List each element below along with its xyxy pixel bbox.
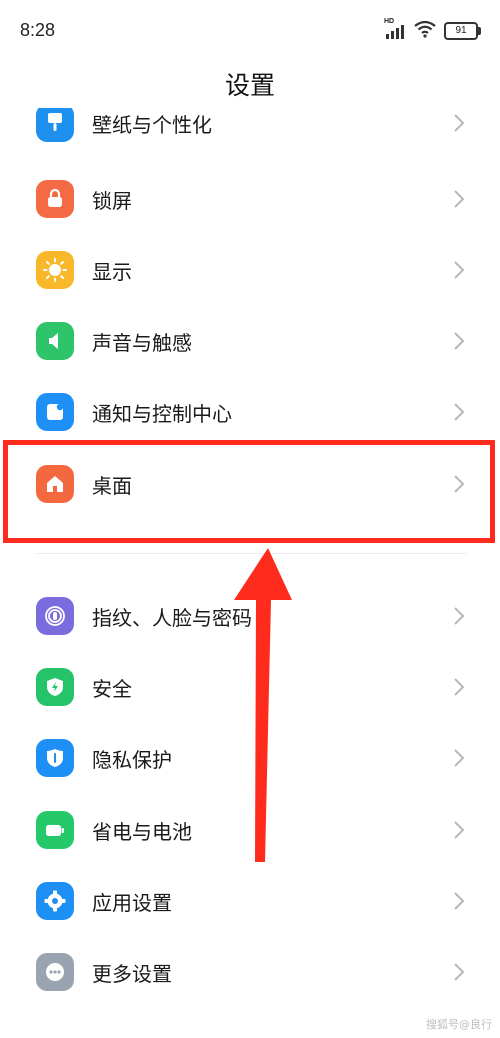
notification-icon bbox=[36, 393, 74, 431]
chevron-right-icon bbox=[454, 892, 465, 910]
battery-indicator: 91 bbox=[444, 22, 481, 40]
chevron-right-icon bbox=[454, 821, 465, 839]
speaker-icon bbox=[36, 322, 74, 360]
settings-item-more[interactable]: 更多设置 bbox=[0, 937, 500, 1009]
chevron-right-icon bbox=[454, 261, 465, 279]
settings-item-lock-screen[interactable]: 锁屏 bbox=[0, 164, 500, 236]
settings-item-notifications[interactable]: 通知与控制中心 bbox=[0, 377, 500, 449]
chevron-right-icon bbox=[454, 114, 465, 132]
wifi-icon bbox=[414, 20, 436, 42]
settings-item-fingerprint[interactable]: 指纹、人脸与密码 bbox=[0, 581, 500, 653]
more-dots-icon bbox=[36, 953, 74, 991]
status-icons: HD 91 bbox=[384, 18, 481, 42]
watermark: 搜狐号@良行 bbox=[426, 1018, 492, 1031]
page-title: 设置 bbox=[224, 71, 275, 100]
settings-item-label: 隐私保护 bbox=[92, 748, 172, 772]
chevron-right-icon bbox=[454, 678, 465, 696]
settings-item-display[interactable]: 显示 bbox=[0, 235, 500, 307]
lock-icon bbox=[36, 180, 74, 218]
chevron-right-icon bbox=[454, 749, 465, 767]
settings-item-label: 通知与控制中心 bbox=[92, 402, 232, 426]
settings-item-privacy[interactable]: 隐私保护 bbox=[0, 723, 500, 795]
settings-item-battery[interactable]: 省电与电池 bbox=[0, 795, 500, 867]
gear-icon bbox=[36, 882, 74, 920]
settings-item-apps[interactable]: 应用设置 bbox=[0, 866, 500, 938]
highlight-box bbox=[3, 440, 495, 543]
settings-item-label: 更多设置 bbox=[92, 962, 172, 986]
status-time: 8:28 bbox=[20, 20, 56, 40]
shield-icon bbox=[36, 668, 74, 706]
settings-item-label: 应用设置 bbox=[92, 891, 172, 915]
section-divider bbox=[36, 553, 466, 554]
chevron-right-icon bbox=[454, 332, 465, 350]
settings-item-label: 指纹、人脸与密码 bbox=[92, 606, 252, 630]
settings-item-security[interactable]: 安全 bbox=[0, 652, 500, 724]
settings-item-wallpaper[interactable]: 壁纸与个性化 bbox=[0, 108, 500, 146]
settings-item-label: 省电与电池 bbox=[92, 820, 192, 844]
settings-item-sound[interactable]: 声音与触感 bbox=[0, 306, 500, 378]
settings-item-label: 锁屏 bbox=[92, 189, 132, 213]
cellular-signal-icon: HD bbox=[384, 18, 406, 40]
chevron-right-icon bbox=[454, 607, 465, 625]
status-bar: 8:28 HD 91 bbox=[0, 0, 500, 60]
privacy-shield-icon bbox=[36, 739, 74, 777]
sun-icon bbox=[36, 251, 74, 289]
chevron-right-icon bbox=[454, 403, 465, 421]
settings-item-label: 声音与触感 bbox=[92, 331, 192, 355]
fingerprint-icon bbox=[36, 597, 74, 635]
chevron-right-icon bbox=[454, 963, 465, 981]
paintbrush-icon bbox=[36, 108, 74, 142]
settings-item-label: 壁纸与个性化 bbox=[92, 113, 212, 137]
chevron-right-icon bbox=[454, 190, 465, 208]
settings-item-label: 安全 bbox=[92, 677, 132, 701]
battery-icon bbox=[36, 811, 74, 849]
settings-item-label: 显示 bbox=[92, 260, 132, 284]
